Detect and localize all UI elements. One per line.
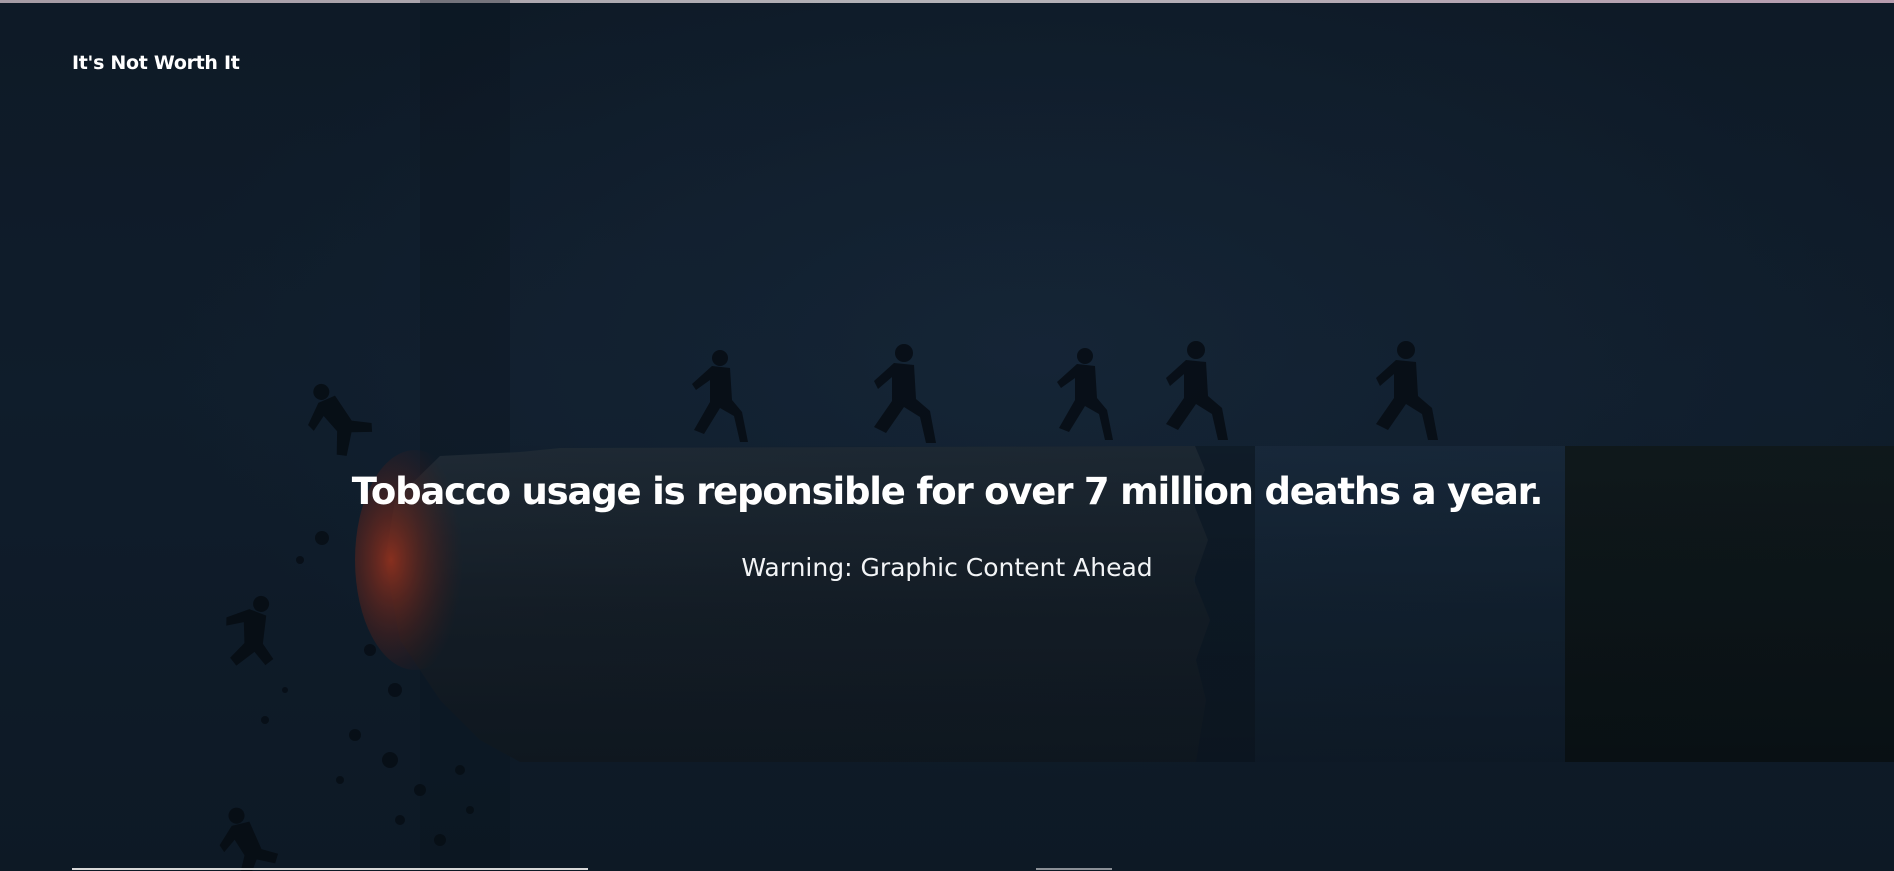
hero-title: Tobacco usage is reponsible for over 7 m… [351, 470, 1544, 513]
scroll-divider-left [72, 868, 588, 870]
hero-warning-subtitle: Warning: Graphic Content Ahead [741, 553, 1153, 582]
site-brand-link[interactable]: It's Not Worth It [72, 52, 240, 74]
cigarette-illustration [0, 0, 1894, 871]
scroll-divider-center [1036, 868, 1112, 870]
landing-page: It's Not Worth It Tobacco usage is repon… [0, 0, 1894, 871]
